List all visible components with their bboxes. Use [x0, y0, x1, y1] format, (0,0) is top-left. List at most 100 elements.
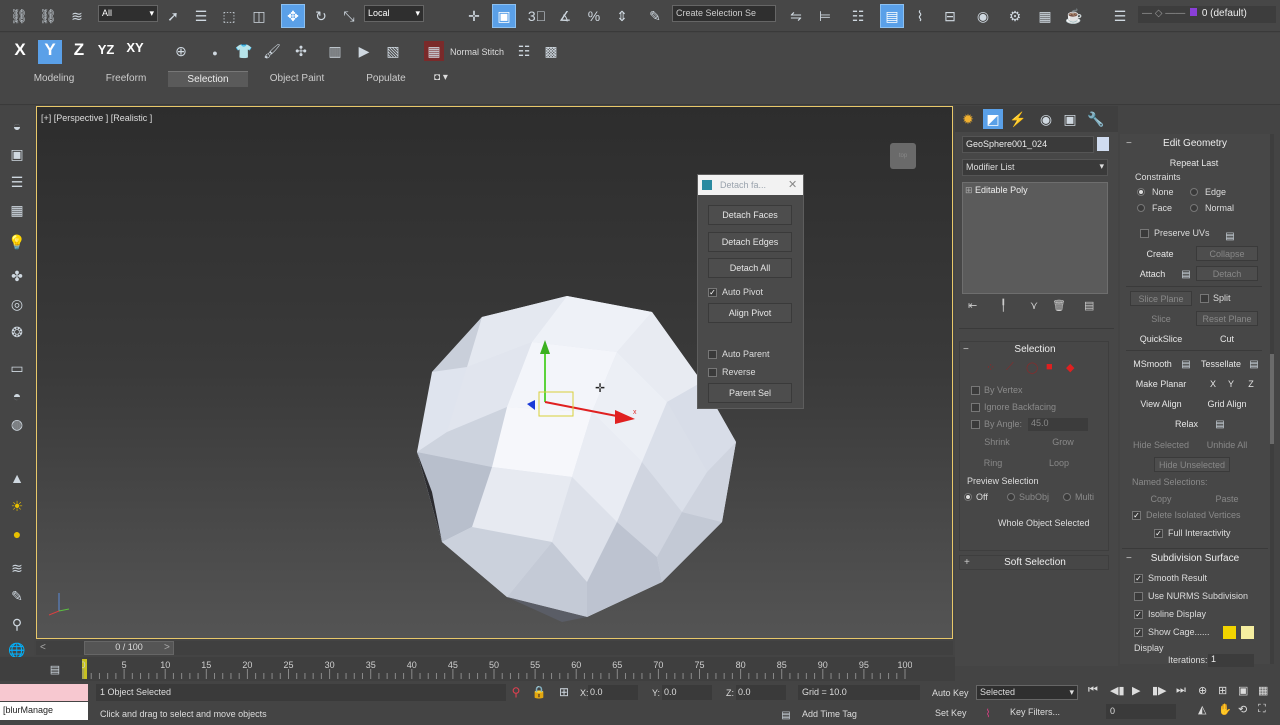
- x-coordinate-field[interactable]: 0.0: [588, 685, 638, 700]
- hierarchy-tab-icon[interactable]: ⚡: [1008, 109, 1028, 129]
- list-icon[interactable]: ☰: [7, 172, 27, 192]
- ribbon-tab-selection[interactable]: Selection: [168, 71, 248, 87]
- mirror-icon[interactable]: ⇋: [786, 6, 806, 26]
- render-setup-icon[interactable]: ⚙: [1005, 6, 1025, 26]
- set-key-button[interactable]: Set Key: [935, 708, 967, 718]
- axis-x-button[interactable]: X: [8, 40, 32, 64]
- stairs-icon[interactable]: ≋: [7, 558, 27, 578]
- configure-sets-icon[interactable]: ▤: [1084, 299, 1094, 312]
- select-move-icon[interactable]: ✥: [281, 4, 305, 28]
- key-filters-button[interactable]: Key Filters...: [1008, 704, 1072, 719]
- soft-selection-rollout[interactable]: + Soft Selection: [959, 555, 1109, 570]
- grid-icon[interactable]: ▦: [7, 200, 27, 220]
- axis-xy-button[interactable]: XY: [122, 40, 148, 62]
- move-gizmo[interactable]: x: [517, 322, 647, 432]
- bulb-icon[interactable]: 💡: [7, 232, 27, 252]
- axis-z-button[interactable]: Z: [67, 40, 91, 64]
- render-icon[interactable]: ☕: [1064, 6, 1084, 26]
- scale-icon[interactable]: ⤡: [339, 6, 359, 26]
- motion-tab-icon[interactable]: ◉: [1036, 109, 1056, 129]
- grid-align-button[interactable]: Grid Align: [1196, 396, 1258, 411]
- current-frame-field[interactable]: 0: [1106, 704, 1176, 719]
- object-color-swatch[interactable]: [1097, 137, 1109, 151]
- detach-all-button[interactable]: Detach All: [708, 258, 792, 278]
- stitch-tool-icon[interactable]: ▧: [383, 41, 403, 61]
- expand-icon[interactable]: ⊞: [965, 185, 975, 195]
- grow-button[interactable]: Grow: [1034, 435, 1092, 449]
- show-cage-checkbox[interactable]: ✓: [1134, 628, 1143, 637]
- layer-manager-icon[interactable]: ☷: [848, 6, 868, 26]
- use-nurms-checkbox[interactable]: [1134, 592, 1143, 601]
- repeat-last-button[interactable]: Repeat Last: [1134, 156, 1254, 170]
- hide-unselected-button[interactable]: Hide Unselected: [1154, 457, 1230, 472]
- make-unique-icon[interactable]: ⋎: [1030, 299, 1038, 312]
- key-icon[interactable]: ⌇: [978, 703, 998, 723]
- preserve-uvs-settings-icon[interactable]: ▤: [1220, 226, 1240, 246]
- unlink-icon[interactable]: ⛓: [38, 6, 58, 26]
- preserve-uvs-checkbox[interactable]: [1140, 229, 1149, 238]
- box-icon[interactable]: ▭: [7, 358, 27, 378]
- circle-icon[interactable]: ●: [7, 524, 27, 544]
- curve-editor-icon[interactable]: ⌇: [910, 6, 930, 26]
- remove-modifier-icon[interactable]: 🗑: [1052, 299, 1066, 312]
- close-icon[interactable]: ✕: [788, 178, 797, 191]
- constraint-edge-radio[interactable]: [1190, 188, 1198, 196]
- sphere-dots-icon[interactable]: ◎: [7, 294, 27, 314]
- maxscript-listener[interactable]: [0, 684, 88, 701]
- parent-sel-button[interactable]: Parent Sel: [708, 383, 792, 403]
- subdivision-title[interactable]: Subdivision Surface: [1120, 553, 1270, 564]
- make-planar-button[interactable]: Make Planar: [1130, 376, 1192, 391]
- ribbon-tab-modeling[interactable]: Modeling: [16, 71, 92, 87]
- ignore-backfacing-checkbox[interactable]: [971, 403, 980, 412]
- paste-button[interactable]: Paste: [1196, 491, 1258, 506]
- planar-x-button[interactable]: X: [1206, 376, 1220, 391]
- mini-curve-editor-icon[interactable]: ▤: [45, 659, 65, 679]
- sun-icon[interactable]: ☀: [7, 496, 27, 516]
- snap-toggle-icon[interactable]: 3⃣: [527, 6, 547, 26]
- create-button[interactable]: Create: [1130, 246, 1190, 261]
- modify-icon[interactable]: ▣: [7, 144, 27, 164]
- reverse-checkbox[interactable]: [708, 368, 717, 377]
- rect-region-icon[interactable]: ⬚: [219, 6, 239, 26]
- angle-input[interactable]: 45.0: [1028, 418, 1088, 431]
- utilities-tab-icon[interactable]: 🔧: [1086, 109, 1106, 129]
- modifier-list-dropdown[interactable]: Modifier List ▾: [962, 159, 1108, 176]
- preview-subobj-radio[interactable]: [1007, 493, 1015, 501]
- detach-dialog-titlebar[interactable]: Detach fa... ✕: [698, 175, 803, 195]
- cone-icon[interactable]: ▲: [7, 468, 27, 488]
- ribbon-tab-freeform[interactable]: Freeform: [92, 71, 160, 87]
- time-tag-icon[interactable]: ▤: [776, 705, 796, 725]
- relax-settings-icon[interactable]: ▤: [1210, 414, 1230, 434]
- viewcube[interactable]: top: [890, 143, 916, 169]
- iterations-spinner[interactable]: 1: [1208, 654, 1254, 667]
- edit-named-sets-icon[interactable]: ✎: [645, 6, 665, 26]
- shirt-icon[interactable]: 👕: [234, 41, 254, 61]
- brush-icon[interactable]: 🖌: [262, 41, 282, 61]
- copy-button[interactable]: Copy: [1130, 491, 1192, 506]
- stitch-options-icon[interactable]: ☷: [514, 41, 534, 61]
- constraint-none-radio[interactable]: [1137, 188, 1145, 196]
- select-object-icon[interactable]: ➚: [163, 6, 183, 26]
- tessellate-button[interactable]: Tessellate: [1196, 356, 1246, 371]
- disc-icon[interactable]: ◍: [7, 414, 27, 434]
- relax-icon[interactable]: ✣: [291, 41, 311, 61]
- link-icon[interactable]: ⛓: [9, 6, 29, 26]
- pin-stack-icon[interactable]: ⇤: [968, 299, 977, 312]
- full-interactivity-checkbox[interactable]: ✓: [1154, 529, 1163, 538]
- maximize-viewport-icon[interactable]: ⛶: [1258, 703, 1266, 716]
- track-bar[interactable]: ▤ 0 5 10 15 20 25 30 35 40 45 50 55 60 65 70 75 80 85 90 95…: [0, 657, 955, 681]
- preview-off-radio[interactable]: [964, 493, 972, 501]
- by-angle-checkbox[interactable]: [971, 420, 980, 429]
- layer-icon[interactable]: ☰: [1110, 6, 1130, 26]
- view-align-button[interactable]: View Align: [1130, 396, 1192, 411]
- vertex-mode-icon[interactable]: ⁘: [986, 361, 995, 374]
- constraint-face-radio[interactable]: [1137, 204, 1145, 212]
- zoom-all-icon[interactable]: ⊞: [1218, 684, 1227, 697]
- key-mode-select[interactable]: Selected ▾: [976, 685, 1078, 700]
- display-tab-icon[interactable]: ▣: [1060, 109, 1080, 129]
- by-vertex-checkbox[interactable]: [971, 386, 980, 395]
- auto-pivot-checkbox[interactable]: ✓: [708, 288, 717, 297]
- selection-title[interactable]: Selection: [960, 344, 1110, 355]
- add-time-tag[interactable]: Add Time Tag: [798, 705, 920, 720]
- orbit-icon[interactable]: ⟲: [1238, 703, 1247, 716]
